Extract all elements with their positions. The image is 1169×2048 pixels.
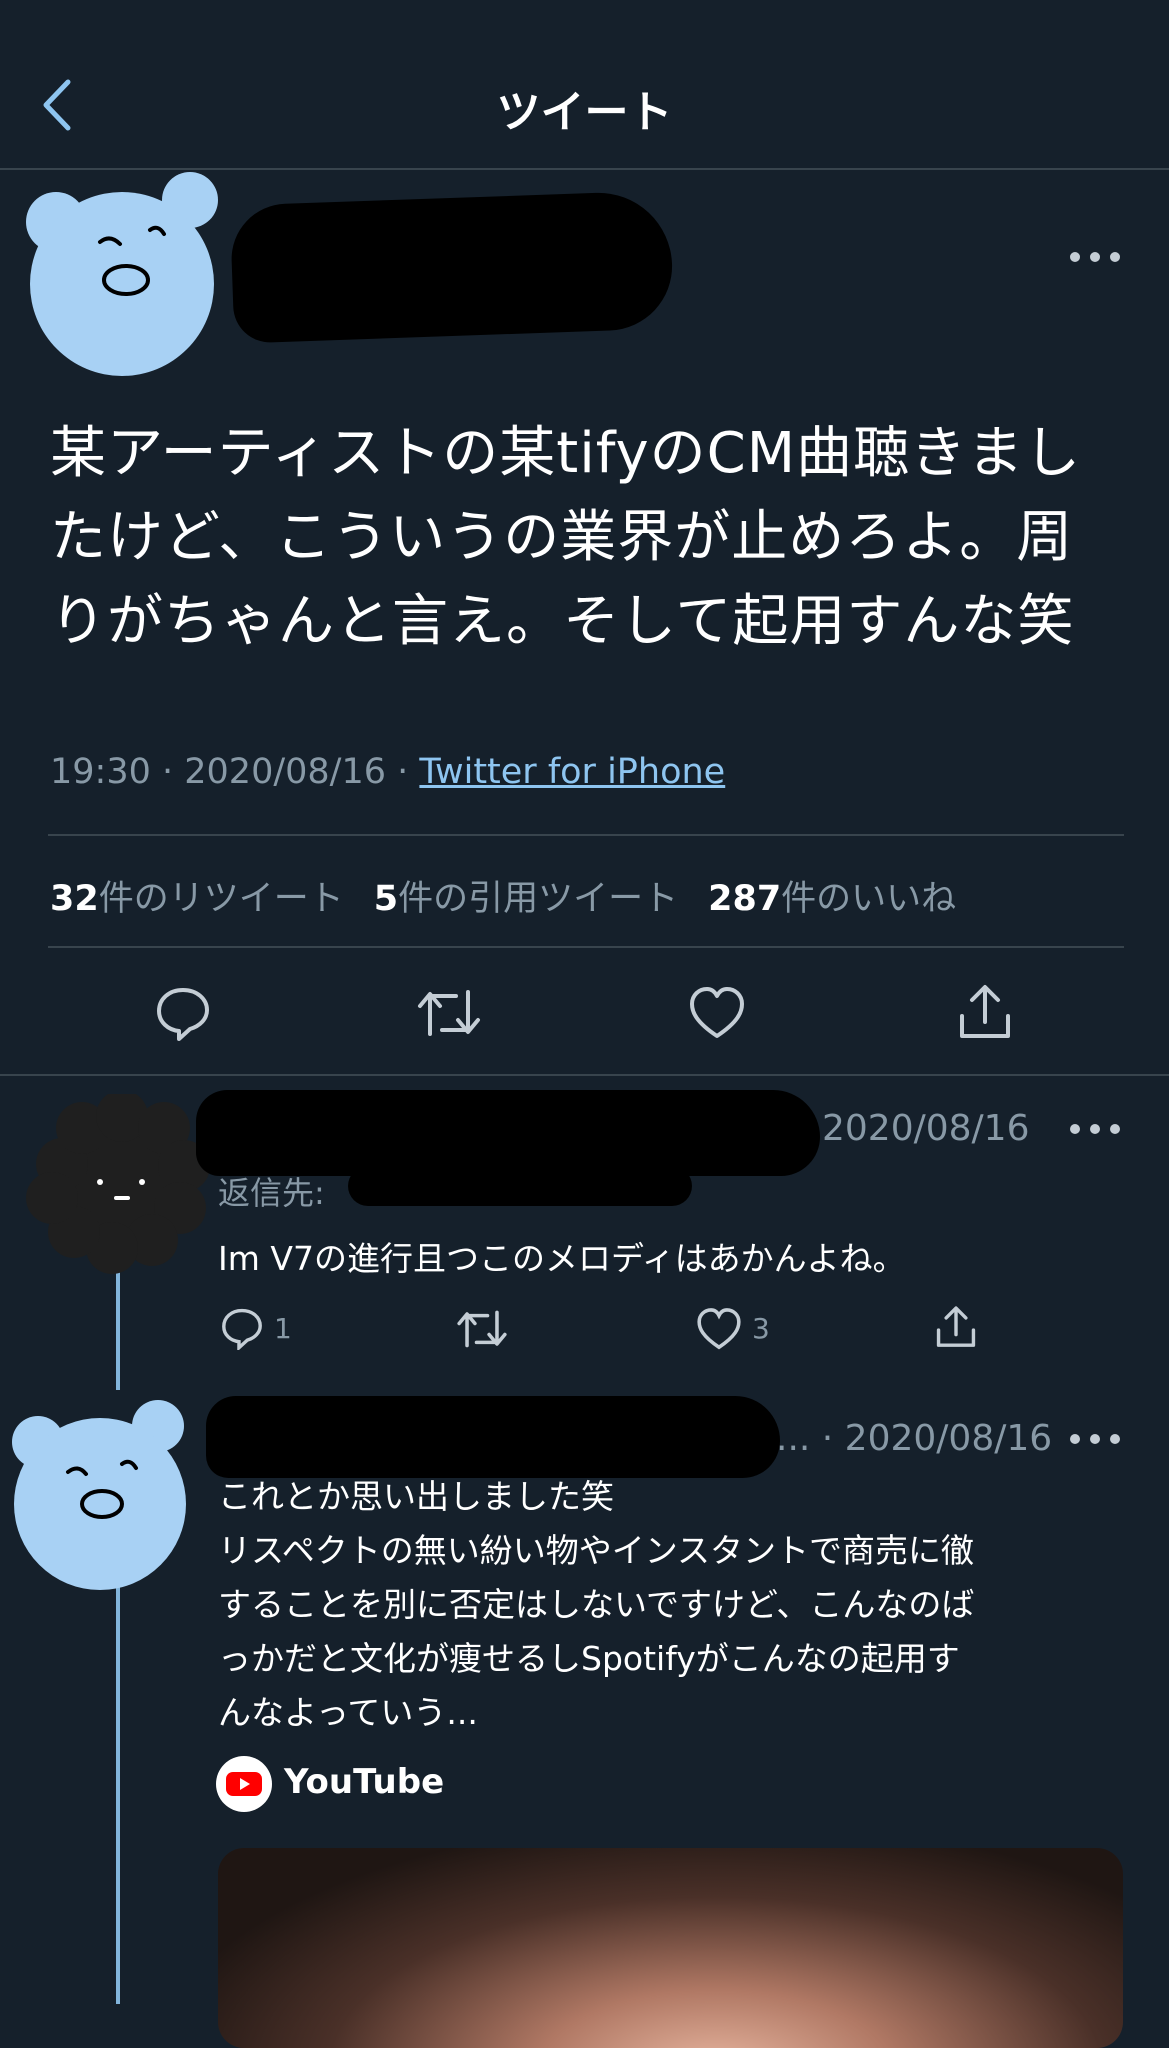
tweet-time: 19:30 [50,752,151,792]
reply-author-redacted [196,1090,820,1176]
page-title: ツイート [496,87,673,138]
reply-avatar[interactable] [4,1396,194,1596]
reply-icon[interactable] [220,1306,264,1350]
thread-line [116,1270,120,1390]
reply-date: 2020/08/16 [822,1108,1030,1149]
author-name-redacted [229,190,675,344]
tweet-source-link[interactable]: Twitter for iPhone [419,752,725,792]
video-thumbnail[interactable] [218,1848,1123,2048]
reply-avatar[interactable] [22,1090,212,1274]
youtube-icon [216,1756,272,1812]
reply-count: 1 [274,1312,292,1345]
reply-text: Im V7の進行且つこのメロディはあかんよね。 [218,1239,906,1278]
reply-text: これとか思い出しました笑 リスペクトの無い紛い物やインスタントで商売に徹 するこ… [218,1477,975,1732]
likes-stat[interactable]: 287件のいいね [708,879,986,919]
divider [0,1074,1169,1076]
like-count: 3 [752,1312,770,1345]
like-icon[interactable] [688,984,746,1042]
thread-line [116,1584,120,2004]
divider [48,946,1124,948]
reply-to-label: 返信先: [218,1174,325,1212]
tweet-text: 某アーティストの某tifyのCM曲聴きまし たけど、こういうの業界が止めろよ。周… [50,421,1082,654]
reply-icon[interactable] [154,984,212,1042]
more-icon[interactable] [1070,252,1120,266]
retweet-icon[interactable] [416,984,482,1042]
reply-to-redacted [348,1166,692,1206]
retweet-icon[interactable] [456,1306,508,1352]
more-icon[interactable] [1070,1434,1120,1448]
like-icon[interactable] [696,1306,742,1352]
more-icon[interactable] [1070,1124,1120,1138]
reply-author-redacted [206,1396,780,1478]
tweet-date: 2020/08/16 [184,752,386,792]
quotes-stat[interactable]: 5件の引用ツイート [374,879,708,919]
author-avatar[interactable] [14,172,224,382]
share-icon[interactable] [956,982,1014,1042]
share-icon[interactable] [934,1304,978,1350]
tweet-meta: 19:30 · 2020/08/16 · Twitter for iPhone [50,752,726,792]
card-source: YouTube [284,1762,445,1802]
reply-date: ... · 2020/08/16 [776,1418,1053,1459]
engagement-stats: 32件のリツイート 5件の引用ツイート 287件のいいね [50,870,986,921]
divider [48,834,1124,836]
retweets-stat[interactable]: 32件のリツイート [50,879,374,919]
